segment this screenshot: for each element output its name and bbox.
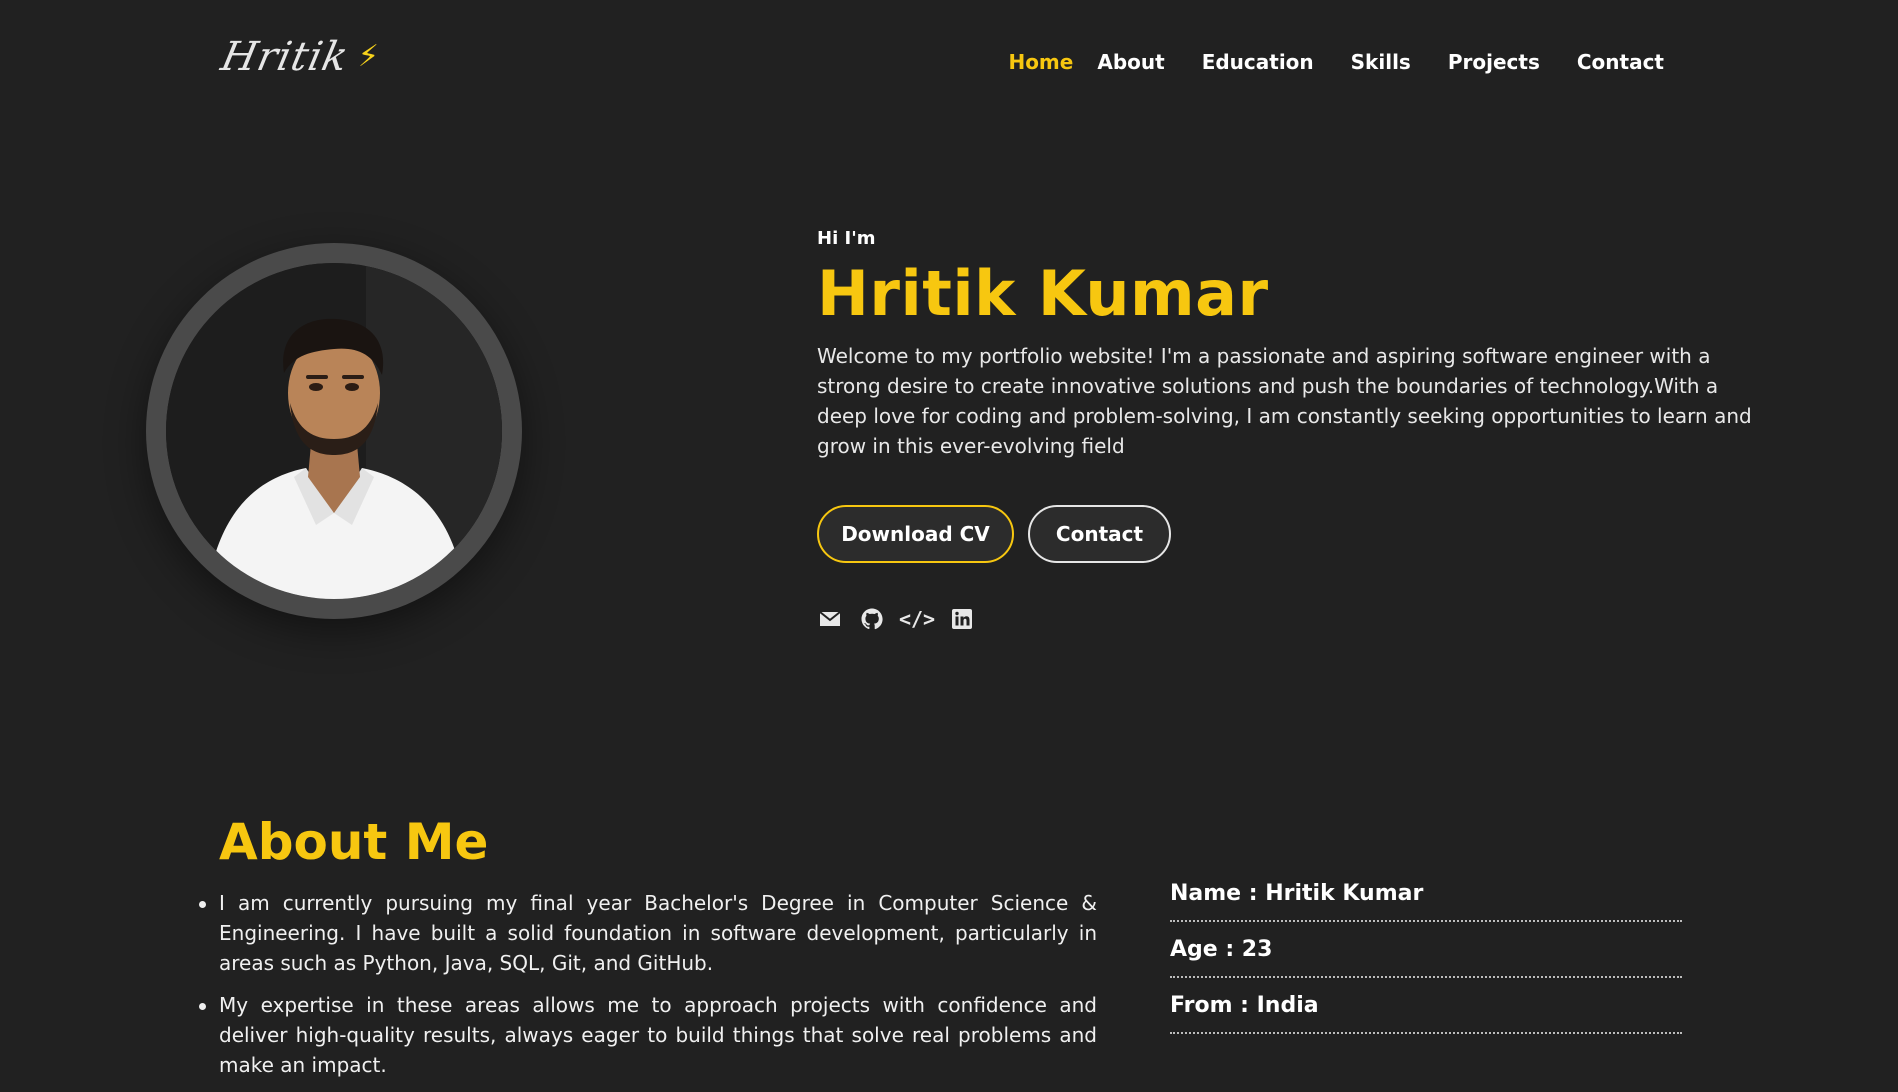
info-name: Name : Hritik Kumar bbox=[1170, 866, 1682, 922]
linkedin-icon[interactable] bbox=[949, 607, 975, 631]
logo-text: Hritik bbox=[217, 34, 353, 80]
hero-name: Hritik Kumar bbox=[817, 257, 1269, 330]
nav-education[interactable]: Education bbox=[1202, 50, 1314, 74]
contact-button[interactable]: Contact bbox=[1028, 505, 1171, 563]
info-age: Age : 23 bbox=[1170, 922, 1682, 978]
nav-contact[interactable]: Contact bbox=[1577, 50, 1664, 74]
code-icon[interactable]: </> bbox=[899, 607, 935, 631]
github-icon[interactable] bbox=[859, 607, 885, 631]
nav-about[interactable]: About bbox=[1097, 50, 1164, 74]
personal-info: Name : Hritik Kumar Age : 23 From : Indi… bbox=[1170, 866, 1682, 1034]
about-title: About Me bbox=[219, 813, 489, 871]
about-point: I am currently pursuing my final year Ba… bbox=[199, 888, 1097, 978]
about-point: My expertise in these areas allows me to… bbox=[199, 990, 1097, 1080]
hero-section: Hi I'm Hritik Kumar Welcome to my portfo… bbox=[817, 228, 1767, 631]
social-links: </> bbox=[817, 607, 1767, 631]
nav-skills[interactable]: Skills bbox=[1351, 50, 1411, 74]
logo[interactable]: Hritik ⚡ bbox=[217, 34, 379, 80]
hero-description: Welcome to my portfolio website! I'm a p… bbox=[817, 344, 1752, 458]
about-points: I am currently pursuing my final year Ba… bbox=[199, 888, 1097, 1092]
lightning-bolt-icon: ⚡ bbox=[357, 39, 379, 74]
profile-photo bbox=[166, 263, 502, 599]
nav-home[interactable]: Home bbox=[1008, 50, 1073, 74]
info-from: From : India bbox=[1170, 978, 1682, 1034]
envelope-icon[interactable] bbox=[817, 607, 843, 631]
download-cv-button[interactable]: Download CV bbox=[817, 505, 1014, 563]
hero-buttons: Download CV Contact bbox=[817, 505, 1767, 563]
site-header: Hritik ⚡ Home About Education Skills Pro… bbox=[0, 0, 1898, 130]
hero-greeting: Hi I'm bbox=[817, 228, 876, 249]
profile-photo-frame bbox=[146, 243, 522, 619]
nav-projects[interactable]: Projects bbox=[1448, 50, 1540, 74]
main-nav: Home About Education Skills Projects Con… bbox=[1008, 50, 1664, 74]
